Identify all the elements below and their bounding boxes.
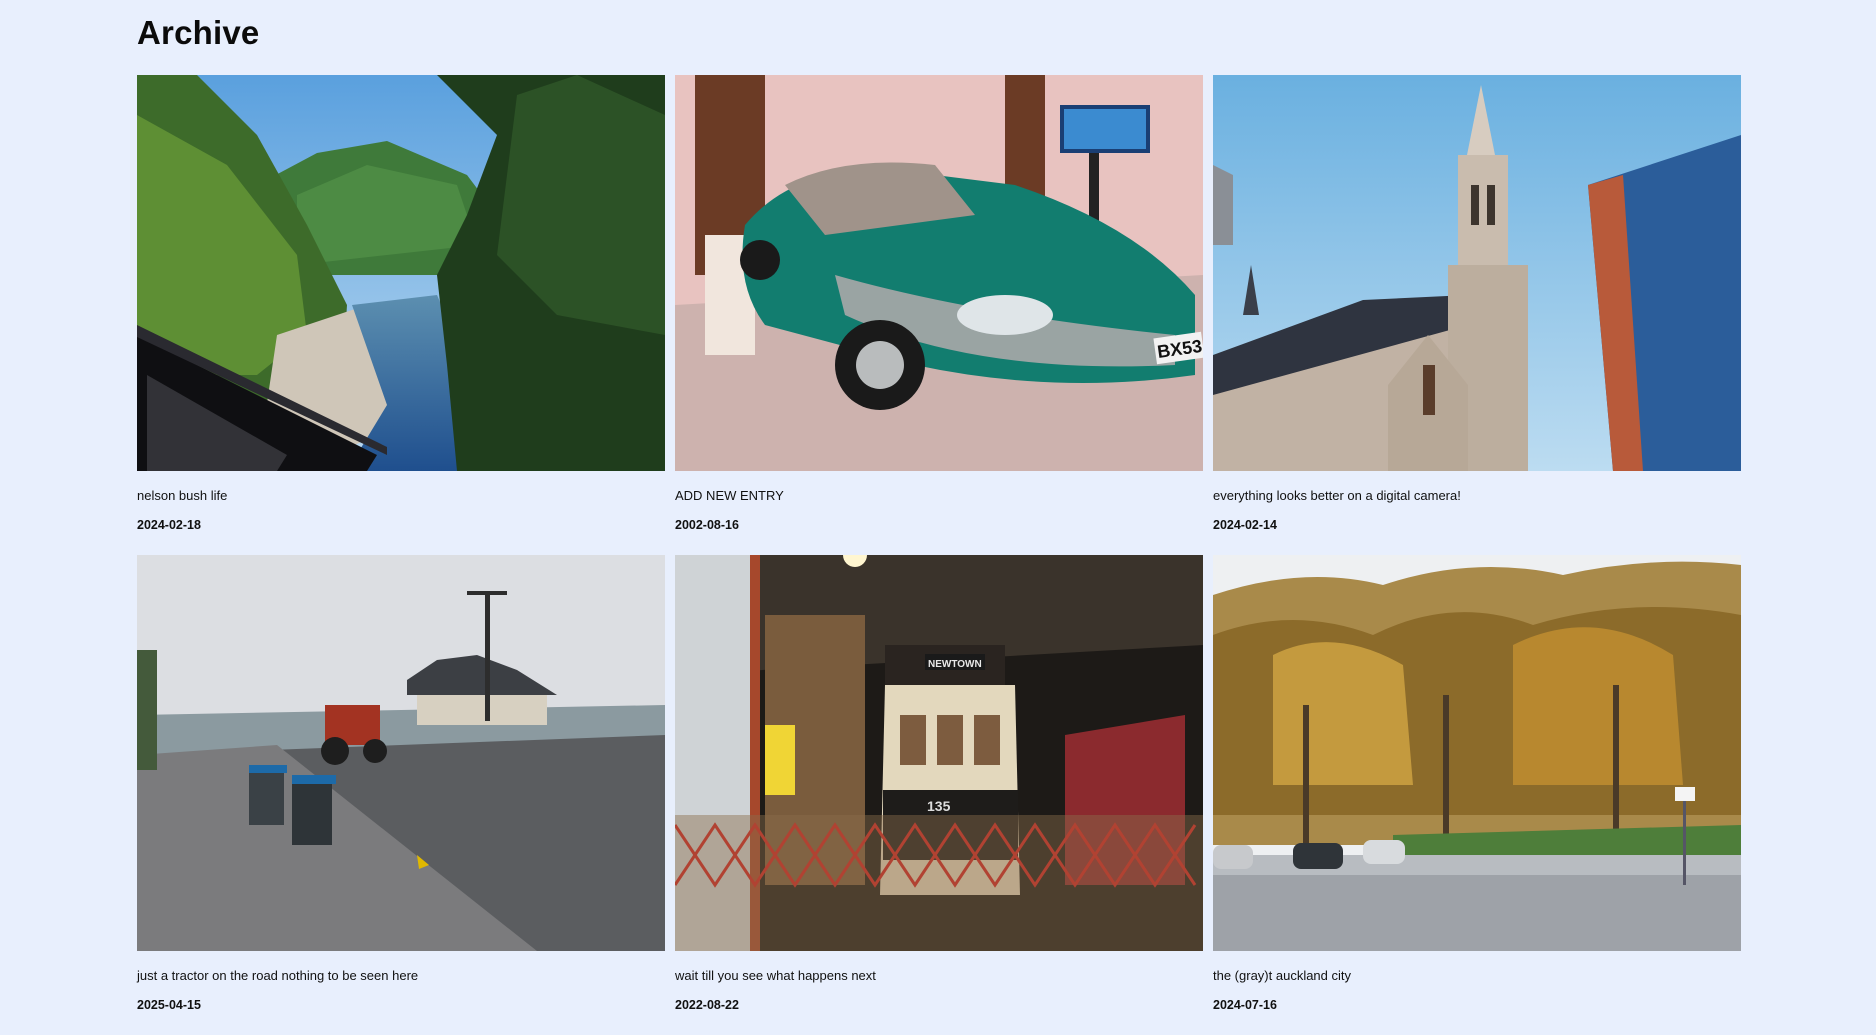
entry-caption: nelson bush life [137,488,228,503]
tram-destination-sign: NEWTOWN [928,659,982,670]
tram-depot-photo[interactable]: NEWTOWN 135 [675,555,1203,951]
street-tractor-wheelie-bins-photo[interactable] [137,555,665,951]
archive-card[interactable]: just a tractor on the road nothing to be… [137,555,665,1035]
river-gorge-forest-photo[interactable] [137,75,665,471]
entry-caption: wait till you see what happens next [675,968,876,983]
entry-date: 2024-07-16 [1213,998,1277,1012]
entry-date: 2024-02-18 [137,518,201,532]
entry-date: 2002-08-16 [675,518,739,532]
entry-caption: the (gray)t auckland city [1213,968,1352,983]
page-title: Archive [137,14,260,51]
church-spire-skyscraper-photo[interactable] [1213,75,1741,471]
archive-card[interactable]: BX53 ADD NEW ENTRY 2002-08-16 [675,75,1203,555]
archive-card[interactable]: NEWTOWN 135 wait till you see what happe… [675,555,1203,1035]
tram-number: 135 [927,798,951,814]
autumn-trees-park-street-photo[interactable] [1213,555,1741,951]
entry-date: 2022-08-22 [675,998,739,1012]
entry-date: 2024-02-14 [1213,518,1277,532]
archive-card[interactable]: nelson bush life 2024-02-18 [137,75,665,555]
archive-grid: nelson bush life 2024-02-18 BX53 ADD NEW… [137,75,1741,1035]
entry-caption: everything looks better on a digital cam… [1213,488,1461,503]
teal-convertible-car-photo[interactable]: BX53 [675,75,1203,471]
archive-card[interactable]: everything looks better on a digital cam… [1213,75,1741,555]
entry-date: 2025-04-15 [137,998,201,1012]
archive-card[interactable]: the (gray)t auckland city 2024-07-16 [1213,555,1741,1035]
entry-caption: just a tractor on the road nothing to be… [137,968,419,983]
entry-caption: ADD NEW ENTRY [675,488,784,503]
